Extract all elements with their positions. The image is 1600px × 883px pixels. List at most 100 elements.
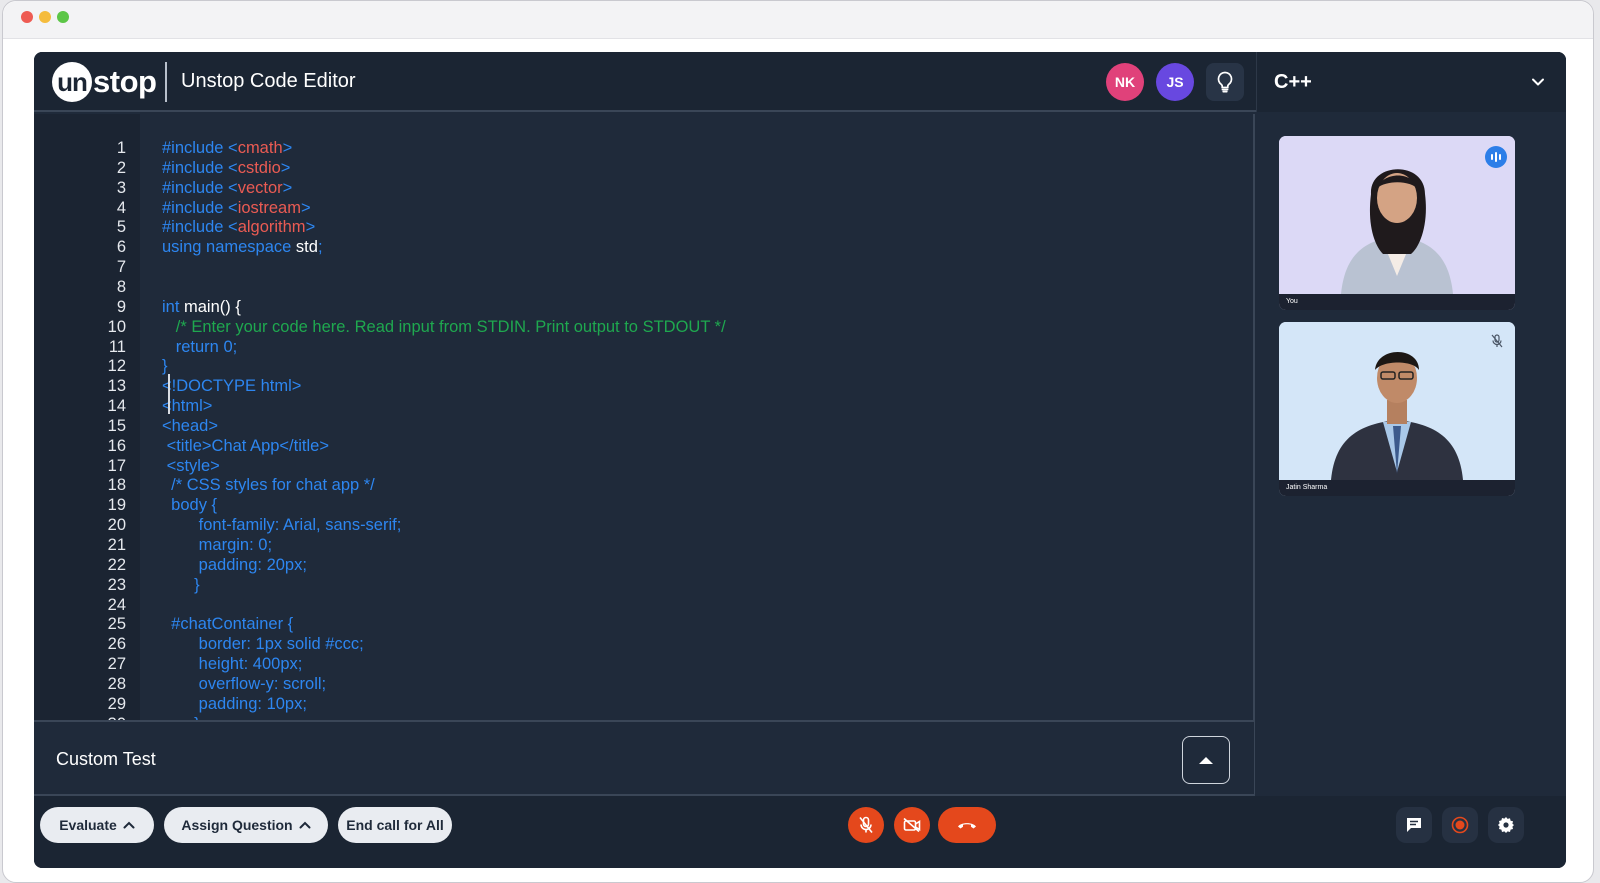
code-text: font-family: Arial, sans-serif; <box>162 515 402 535</box>
code-line[interactable]: 21 margin: 0; <box>34 535 1254 555</box>
line-number: 4 <box>116 198 126 217</box>
close-window-button[interactable] <box>21 11 33 23</box>
code-line[interactable]: 22 padding: 20px; <box>34 555 1254 575</box>
code-text: <style> <box>162 456 220 476</box>
code-token: > <box>282 178 293 197</box>
line-number: 8 <box>116 277 126 296</box>
code-line[interactable]: 28 overflow-y: scroll; <box>34 674 1254 694</box>
code-token: font-family: Arial, sans-serif; <box>162 516 402 535</box>
custom-test-panel: Custom Test <box>34 720 1254 796</box>
code-line[interactable]: 9 int main() { <box>34 297 1254 317</box>
record-button[interactable] <box>1442 807 1478 843</box>
assign-question-button[interactable]: Assign Question <box>164 807 328 843</box>
video-tile-self[interactable]: You <box>1279 136 1515 310</box>
line-number: 26 <box>107 635 126 654</box>
code-token: > <box>282 139 293 157</box>
code-line[interactable]: 29 padding: 10px; <box>34 694 1254 714</box>
line-number: 15 <box>107 416 126 435</box>
code-text: padding: 10px; <box>162 694 307 714</box>
code-line[interactable]: 1 #include <cmath> <box>34 138 1254 158</box>
code-editor[interactable]: 1 #include <cmath> 2 #include <cstdio> 3 #inc… <box>34 114 1254 720</box>
mute-mic-button[interactable] <box>848 807 884 843</box>
toggle-camera-button[interactable] <box>894 807 930 843</box>
settings-button[interactable] <box>1488 807 1524 843</box>
line-number: 25 <box>107 615 126 634</box>
code-text: <title>Chat App</title> <box>162 436 329 456</box>
minimize-window-button[interactable] <box>39 11 51 23</box>
code-token: ; <box>317 238 323 257</box>
app-header: un stop Unstop Code Editor NK JS C++ <box>34 52 1566 112</box>
video-tile-participant[interactable]: Jatin Sharma <box>1279 322 1515 496</box>
assign-question-label: Assign Question <box>181 817 293 833</box>
maximize-window-button[interactable] <box>57 11 69 23</box>
line-number: 13 <box>107 377 126 396</box>
code-line[interactable]: 13 <!DOCTYPE html> <box>34 376 1254 396</box>
code-line[interactable]: 23 } <box>34 575 1254 595</box>
code-line[interactable]: 10 /* Enter your code here. Read input f… <box>34 317 1254 337</box>
code-token: <head> <box>162 416 218 435</box>
chat-button[interactable] <box>1396 807 1432 843</box>
code-token: } <box>162 357 168 376</box>
language-select[interactable]: C++ <box>1256 52 1566 112</box>
code-line[interactable]: 16 <title>Chat App</title> <box>34 436 1254 456</box>
code-token: body { <box>162 496 218 515</box>
code-line[interactable]: 24 <box>34 595 1254 615</box>
unstop-logo[interactable]: un stop <box>52 61 157 103</box>
code-line[interactable]: 4 #include <iostream> <box>34 198 1254 218</box>
video-off-icon <box>903 817 921 833</box>
code-text: #chatContainer { <box>162 614 293 634</box>
code-token: vector <box>237 178 283 197</box>
code-line[interactable]: 25 #chatContainer { <box>34 614 1254 634</box>
code-line[interactable]: 6 using namespace std; <box>34 237 1254 257</box>
code-text: #include <cmath> <box>162 138 292 158</box>
code-text: #include <iostream> <box>162 198 311 218</box>
code-text: <head> <box>162 416 218 436</box>
record-icon <box>1451 816 1469 834</box>
code-token: padding: 20px; <box>162 555 307 574</box>
code-token: height: 400px; <box>162 655 303 674</box>
line-number: 21 <box>107 536 126 554</box>
participant-avatar-nk[interactable]: NK <box>1106 63 1144 101</box>
custom-test-expand-button[interactable] <box>1182 736 1230 784</box>
evaluate-label: Evaluate <box>59 817 117 833</box>
caret-up-icon <box>1199 757 1213 764</box>
chevron-up-icon <box>123 821 135 829</box>
code-token: /* Enter your code here. Read input from… <box>162 317 726 336</box>
code-line[interactable]: 7 <box>34 257 1254 277</box>
code-line[interactable]: 17 <style> <box>34 456 1254 476</box>
code-token: cstdio <box>237 158 281 177</box>
code-line[interactable]: 14 <html> <box>34 396 1254 416</box>
code-token: padding: 10px; <box>162 694 307 713</box>
line-number: 17 <box>107 456 126 475</box>
indent-guide <box>168 374 170 414</box>
code-text: padding: 20px; <box>162 555 307 575</box>
mic-off-icon <box>1491 334 1503 348</box>
code-line[interactable]: 2 #include <cstdio> <box>34 158 1254 178</box>
line-number: 14 <box>107 397 126 416</box>
code-line[interactable]: 26 border: 1px solid #ccc; <box>34 634 1254 654</box>
app-title: Unstop Code Editor <box>181 70 356 92</box>
code-line[interactable]: 15 <head> <box>34 416 1254 436</box>
code-line[interactable]: 5 #include <algorithm> <box>34 217 1254 237</box>
code-line[interactable]: 19 body { <box>34 495 1254 515</box>
code-line[interactable]: 11 return 0; <box>34 337 1254 357</box>
chat-icon <box>1407 818 1421 832</box>
participant-avatar-js[interactable]: JS <box>1156 63 1194 101</box>
mic-off-icon <box>859 816 873 833</box>
bottom-toolbar: Evaluate Assign Question End call for Al… <box>34 796 1566 868</box>
code-text: /* Enter your code here. Read input from… <box>162 317 726 337</box>
evaluate-button[interactable]: Evaluate <box>40 807 154 843</box>
code-line[interactable]: 3 #include <vector> <box>34 178 1254 198</box>
code-token: <!DOCTYPE html> <box>162 377 302 396</box>
code-line[interactable]: 18 /* CSS styles for chat app */ <box>34 475 1254 495</box>
line-number: 28 <box>107 674 126 693</box>
hang-up-button[interactable] <box>938 807 996 843</box>
code-text: #include <cstdio> <box>162 158 290 178</box>
code-line[interactable]: 8 <box>34 277 1254 297</box>
code-line[interactable]: 27 height: 400px; <box>34 654 1254 674</box>
line-number: 10 <box>107 317 126 336</box>
code-line[interactable]: 20 font-family: Arial, sans-serif; <box>34 515 1254 535</box>
code-line[interactable]: 12} <box>34 356 1254 376</box>
hint-button[interactable] <box>1206 63 1244 101</box>
end-call-for-all-button[interactable]: End call for All <box>338 807 452 843</box>
